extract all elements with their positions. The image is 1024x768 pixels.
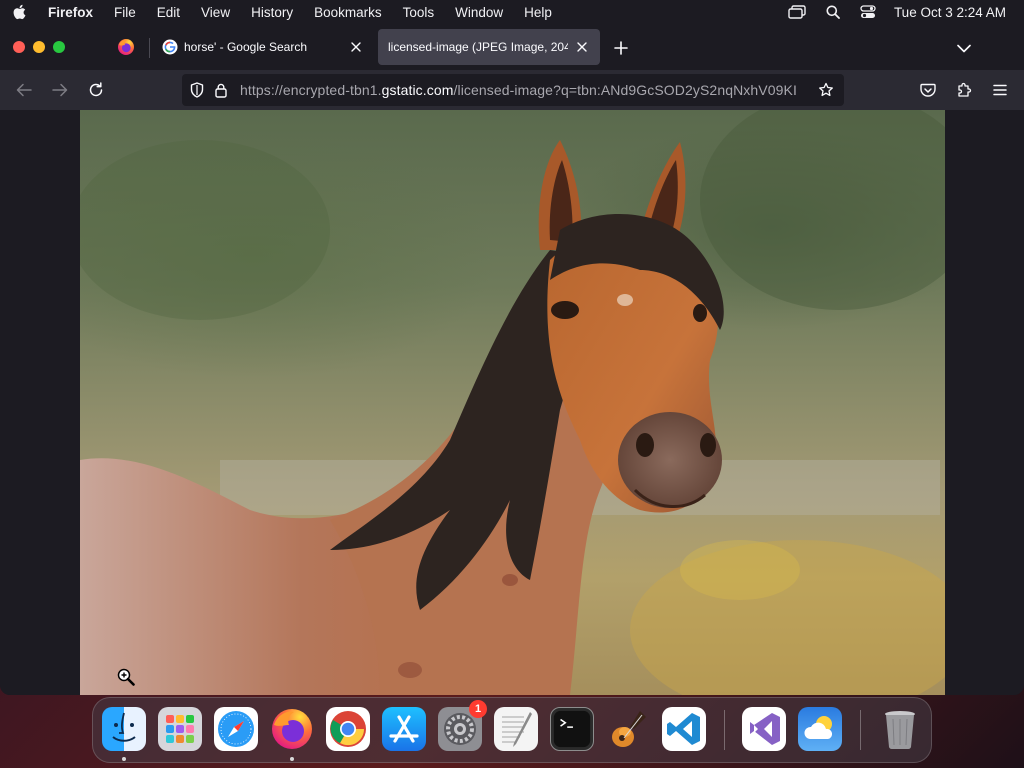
- apple-logo-icon[interactable]: [12, 4, 26, 20]
- window-zoom-button[interactable]: [53, 41, 65, 53]
- control-center-icon[interactable]: [860, 5, 876, 19]
- menu-view[interactable]: View: [201, 5, 230, 20]
- close-tab-icon[interactable]: [574, 39, 590, 55]
- weather-icon[interactable]: [798, 707, 842, 751]
- address-bar[interactable]: https://encrypted-tbn1.gstatic.com/licen…: [182, 74, 844, 106]
- chrome-icon[interactable]: [326, 707, 370, 751]
- dock-separator: [860, 710, 861, 750]
- menu-bar: Firefox File Edit View History Bookmarks…: [0, 0, 1024, 24]
- url-host: gstatic.com: [381, 82, 454, 98]
- firefox-app-icon[interactable]: [270, 707, 314, 751]
- launchpad-icon[interactable]: [158, 707, 202, 751]
- extensions-button[interactable]: [953, 79, 975, 101]
- firefox-running-indicator: [290, 757, 294, 761]
- puzzle-piece-icon: [958, 82, 972, 97]
- spotlight-search-icon[interactable]: [826, 5, 840, 19]
- pocket-icon: [920, 83, 936, 97]
- google-g-icon: [162, 39, 178, 55]
- arrow-right-icon: [52, 83, 68, 97]
- reload-icon: [89, 82, 103, 97]
- tab-separator: [149, 38, 150, 58]
- screen-mirroring-icon[interactable]: [788, 5, 806, 19]
- tracking-protection-shield-icon[interactable]: [188, 81, 206, 99]
- window-minimize-button[interactable]: [33, 41, 45, 53]
- application-menu-button[interactable]: [989, 79, 1011, 101]
- navigation-toolbar: https://encrypted-tbn1.gstatic.com/licen…: [0, 70, 1024, 110]
- notification-badge: 1: [469, 700, 487, 718]
- page-content: [0, 110, 1024, 695]
- back-button[interactable]: [13, 79, 35, 101]
- menu-bookmarks[interactable]: Bookmarks: [314, 5, 382, 20]
- horse-photo[interactable]: [80, 110, 945, 695]
- chevron-down-icon: [957, 44, 971, 52]
- menu-help[interactable]: Help: [524, 5, 552, 20]
- app-store-icon[interactable]: [382, 707, 426, 751]
- trash-icon[interactable]: [878, 707, 922, 751]
- lock-icon[interactable]: [212, 81, 230, 99]
- pinned-tab-firefox[interactable]: [104, 28, 148, 66]
- vscode-icon[interactable]: [662, 707, 706, 751]
- url-path: /licensed-image?q=tbn:ANd9GcSOD2yS2nqNxh…: [453, 82, 797, 98]
- finder-icon[interactable]: [102, 707, 146, 751]
- tab-title: horse' - Google Search: [184, 40, 308, 54]
- zoom-in-cursor-icon: [117, 668, 135, 686]
- new-tab-button[interactable]: [611, 38, 631, 58]
- bookmark-star-icon[interactable]: [816, 80, 836, 100]
- list-all-tabs-button[interactable]: [954, 38, 974, 58]
- pocket-button[interactable]: [917, 79, 939, 101]
- horse-illustration: [80, 110, 945, 695]
- tab-title: licensed-image (JPEG Image, 2048 × 1365 …: [388, 40, 568, 54]
- tab-licensed-image[interactable]: licensed-image (JPEG Image, 2048 × 1365 …: [378, 29, 600, 65]
- tab-google-search[interactable]: horse' - Google Search: [152, 29, 374, 65]
- menu-bar-clock[interactable]: Tue Oct 3 2:24 AM: [894, 5, 1006, 20]
- arrow-left-icon: [16, 83, 32, 97]
- reload-button[interactable]: [85, 79, 107, 101]
- visual-studio-icon[interactable]: [742, 707, 786, 751]
- finder-running-indicator: [122, 757, 126, 761]
- menu-file[interactable]: File: [114, 5, 136, 20]
- firefox-window: horse' - Google Search licensed-image (J…: [0, 24, 1024, 695]
- menu-app-name[interactable]: Firefox: [48, 5, 93, 20]
- window-close-button[interactable]: [13, 41, 25, 53]
- menu-edit[interactable]: Edit: [157, 5, 180, 20]
- terminal-icon[interactable]: [550, 707, 594, 751]
- menu-tools[interactable]: Tools: [403, 5, 435, 20]
- textedit-icon[interactable]: [494, 707, 538, 751]
- garageband-icon[interactable]: [606, 707, 650, 751]
- window-controls: [13, 41, 73, 53]
- menu-history[interactable]: History: [251, 5, 293, 20]
- dock: [92, 697, 932, 763]
- menu-window[interactable]: Window: [455, 5, 503, 20]
- forward-button[interactable]: [49, 79, 71, 101]
- safari-icon[interactable]: [214, 707, 258, 751]
- plus-icon: [614, 41, 628, 55]
- firefox-icon: [118, 39, 134, 55]
- hamburger-menu-icon: [993, 84, 1007, 96]
- url-prefix: https://encrypted-tbn1.: [240, 82, 382, 98]
- url-text[interactable]: https://encrypted-tbn1.gstatic.com/licen…: [240, 82, 808, 98]
- dock-separator: [724, 710, 725, 750]
- close-tab-icon[interactable]: [348, 39, 364, 55]
- tab-bar: horse' - Google Search licensed-image (J…: [0, 24, 1024, 70]
